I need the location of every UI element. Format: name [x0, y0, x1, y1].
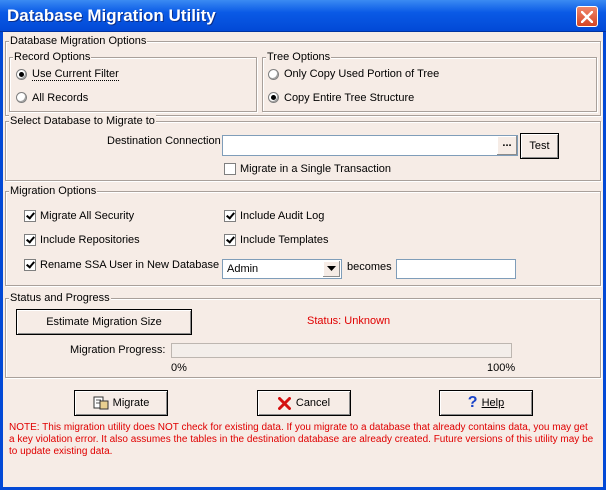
- rename-from-value: Admin: [227, 263, 259, 275]
- only-copy-used-radio[interactable]: [268, 69, 279, 80]
- note-text: NOTE: This migration utility does NOT ch…: [9, 422, 594, 457]
- window-title: Database Migration Utility: [7, 6, 216, 25]
- migration-options-checks-label: Migration Options: [9, 185, 98, 197]
- rename-ssa-user-checkbox[interactable]: [24, 259, 36, 271]
- status-text: Status: Unknown: [307, 315, 391, 327]
- single-transaction-checkbox[interactable]: [224, 163, 236, 175]
- test-button-label: Test: [529, 140, 550, 152]
- include-repositories-label[interactable]: Include Repositories: [40, 234, 140, 246]
- select-database-label: Select Database to Migrate to: [9, 115, 156, 127]
- rename-from-dropdown-button[interactable]: [323, 261, 340, 277]
- record-options-label: Record Options: [13, 51, 92, 63]
- migrate-button[interactable]: Migrate: [74, 390, 168, 416]
- progress-min-label: 0%: [171, 362, 187, 374]
- cancel-label: Cancel: [295, 397, 331, 409]
- copy-entire-tree-label[interactable]: Copy Entire Tree Structure: [284, 92, 414, 104]
- all-records-label[interactable]: All Records: [32, 92, 88, 104]
- include-audit-log-checkbox[interactable]: [224, 210, 236, 222]
- tree-options-label: Tree Options: [266, 51, 332, 63]
- use-current-filter-radio[interactable]: [16, 69, 27, 80]
- title-bar[interactable]: Database Migration Utility: [0, 0, 606, 32]
- migration-options-group-label: Database Migration Options: [9, 35, 148, 47]
- help-button[interactable]: ? Help: [439, 390, 533, 416]
- migration-progress-bar: [171, 343, 512, 358]
- migrate-icon: [93, 396, 109, 410]
- becomes-label: becomes: [347, 261, 392, 273]
- progress-label: Migration Progress:: [70, 344, 166, 356]
- use-current-filter-label[interactable]: Use Current Filter: [32, 68, 119, 81]
- help-question-icon: ?: [467, 394, 478, 412]
- help-label: Help: [481, 397, 505, 409]
- include-repositories-checkbox[interactable]: [24, 234, 36, 246]
- cancel-button[interactable]: Cancel: [257, 390, 351, 416]
- include-templates-checkbox[interactable]: [224, 234, 236, 246]
- rename-ssa-user-label[interactable]: Rename SSA User in New Database: [40, 259, 219, 271]
- copy-entire-tree-radio[interactable]: [268, 92, 279, 103]
- estimate-size-label: Estimate Migration Size: [46, 316, 162, 328]
- test-button[interactable]: Test: [520, 133, 559, 159]
- estimate-size-button[interactable]: Estimate Migration Size: [16, 309, 192, 335]
- migrate-all-security-checkbox[interactable]: [24, 210, 36, 222]
- all-records-radio[interactable]: [16, 92, 27, 103]
- include-templates-label[interactable]: Include Templates: [240, 234, 328, 246]
- browse-button[interactable]: ...: [497, 136, 517, 155]
- migrate-all-security-label[interactable]: Migrate All Security: [40, 210, 134, 222]
- only-copy-used-label[interactable]: Only Copy Used Portion of Tree: [284, 68, 439, 80]
- rename-from-select[interactable]: Admin: [222, 259, 342, 279]
- migrate-label: Migrate: [112, 397, 150, 409]
- status-progress-label: Status and Progress: [9, 292, 111, 304]
- close-icon: [581, 11, 593, 23]
- cancel-x-icon: [277, 396, 291, 410]
- destination-connection-label: Destination Connection: [107, 135, 221, 147]
- include-audit-log-label[interactable]: Include Audit Log: [240, 210, 324, 222]
- destination-connection-input[interactable]: [222, 135, 518, 156]
- ellipsis-icon: ...: [502, 137, 512, 149]
- close-button[interactable]: [576, 6, 598, 27]
- rename-to-input[interactable]: [396, 259, 516, 279]
- progress-max-label: 100%: [487, 362, 516, 374]
- chevron-down-icon: [327, 266, 336, 271]
- single-transaction-label[interactable]: Migrate in a Single Transaction: [240, 163, 391, 175]
